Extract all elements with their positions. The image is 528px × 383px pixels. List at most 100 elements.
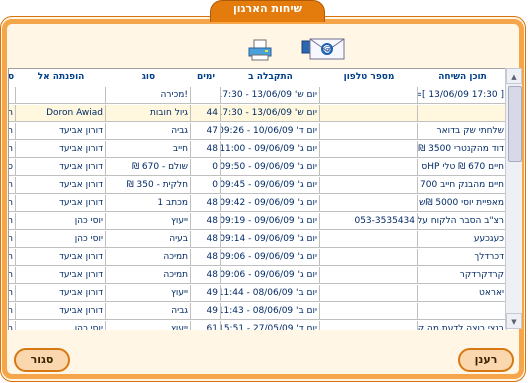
cell-content[interactable]: חיים 670 ₪ טלי HPס bbox=[418, 159, 507, 176]
cell-content[interactable]: כעגכעע bbox=[418, 231, 507, 248]
cell-to[interactable]: דורון אביעד bbox=[16, 141, 106, 158]
cell-content[interactable]: יאראט bbox=[418, 285, 507, 302]
cell-content[interactable]: מאפיית יוסי 5000 ₪ש bbox=[418, 195, 507, 212]
cell-content[interactable]: שלחתי שק בדואר bbox=[418, 123, 507, 140]
scroll-thumb[interactable] bbox=[508, 86, 522, 162]
cell-days[interactable]: 48 bbox=[191, 195, 221, 212]
cell-s[interactable]: חז bbox=[9, 195, 16, 212]
cell-type[interactable]: תמיכה bbox=[106, 267, 191, 284]
table-row[interactable]: כעגכעע יום ג' 09/06/09 - 09:14 48 בעיה יוסי … bbox=[9, 231, 507, 249]
cell-type[interactable]: גביה bbox=[106, 303, 191, 320]
cell-type[interactable]: !מכירה bbox=[106, 87, 191, 104]
cell-days[interactable]: 48 bbox=[191, 141, 221, 158]
cell-received[interactable]: יום ג' 09/06/09 - 09:45 bbox=[221, 177, 320, 194]
cell-type[interactable]: מכתב 1 bbox=[106, 195, 191, 212]
cell-received[interactable]: יום ב' 08/06/09 - 11:43 bbox=[221, 303, 320, 320]
table-row[interactable]: חיים 670 ₪ טלי HPס יום ג' 09/06/09 - 09:5… bbox=[9, 159, 507, 177]
vertical-scrollbar[interactable]: ▲ ▼ bbox=[505, 68, 522, 329]
table-row[interactable]: יום ב' 08/06/09 - 11:4349גביהדורון אביעד… bbox=[9, 303, 507, 321]
header-status[interactable]: ס bbox=[9, 69, 16, 85]
cell-content[interactable] bbox=[418, 105, 507, 122]
cell-phone[interactable] bbox=[320, 285, 418, 302]
printer-icon[interactable] bbox=[247, 38, 273, 62]
scroll-down-button[interactable]: ▼ bbox=[506, 313, 522, 329]
cell-to[interactable]: דורון אביעד bbox=[16, 159, 106, 176]
cell-type[interactable]: גיול חובות bbox=[106, 105, 191, 122]
cell-phone[interactable] bbox=[320, 267, 418, 284]
cell-phone[interactable] bbox=[320, 177, 418, 194]
cell-phone[interactable] bbox=[320, 303, 418, 320]
cell-content[interactable]: חיים מהבנק חייב 700 bbox=[418, 177, 507, 194]
table-row[interactable]: דכרדלך יום ג' 09/06/09 - 09:06 48 תמיכה דורו… bbox=[9, 249, 507, 267]
cell-type[interactable]: ייעוץ bbox=[106, 213, 191, 230]
cell-received[interactable]: יום ד' 10/06/09 - 09:26 bbox=[221, 123, 320, 140]
table-row[interactable]: בנצי רוצה לדעת מה ק יום ד' 27/05/09 - 15:… bbox=[9, 321, 507, 330]
cell-phone[interactable] bbox=[320, 123, 418, 140]
cell-phone[interactable] bbox=[320, 141, 418, 158]
cell-type[interactable]: חלקית - 350 ₪ bbox=[106, 177, 191, 194]
cell-phone[interactable] bbox=[320, 105, 418, 122]
cell-content[interactable]: דכרדלך bbox=[418, 249, 507, 266]
cell-type[interactable]: תמיכה bbox=[106, 249, 191, 266]
cell-s[interactable]: חז bbox=[9, 123, 16, 140]
table-row[interactable]: יאראט יום ב' 08/06/09 - 11:4449ייעוץדורון… bbox=[9, 285, 507, 303]
cell-days[interactable]: 49 bbox=[191, 285, 221, 302]
cell-received[interactable]: יום ג' 09/06/09 - 09:06 bbox=[221, 249, 320, 266]
cell-received[interactable]: יום ג' 09/06/09 - 09:14 bbox=[221, 231, 320, 248]
cell-to[interactable]: דורון אביעד bbox=[16, 249, 106, 266]
cell-content[interactable] bbox=[418, 303, 507, 320]
cell-s[interactable]: חז bbox=[9, 177, 16, 194]
cell-type[interactable]: חייב bbox=[106, 141, 191, 158]
cell-received[interactable]: יום ד' 27/05/09 - 15:51 bbox=[221, 321, 320, 330]
cell-days[interactable]: 48 bbox=[191, 267, 221, 284]
cell-to[interactable]: יוסי כהן bbox=[16, 213, 106, 230]
cell-to[interactable]: דורון אביעד bbox=[16, 303, 106, 320]
cell-type[interactable]: בעיה bbox=[106, 231, 191, 248]
cell-days[interactable]: 48 bbox=[191, 213, 221, 230]
cell-phone[interactable] bbox=[320, 249, 418, 266]
cell-phone[interactable] bbox=[320, 87, 418, 104]
cell-content[interactable]: רצ"ב הסבר הלקוח על bbox=[418, 213, 507, 230]
cell-phone[interactable] bbox=[320, 159, 418, 176]
cell-content[interactable]: קרדקרדקר bbox=[418, 267, 507, 284]
cell-phone[interactable]: 053-3535434 bbox=[320, 213, 418, 230]
cell-type[interactable]: גביה bbox=[106, 123, 191, 140]
cell-days[interactable] bbox=[191, 87, 221, 104]
refresh-button[interactable]: רענן bbox=[458, 348, 514, 372]
cell-days[interactable]: 48 bbox=[191, 231, 221, 248]
cell-to[interactable]: דורון אביעד bbox=[16, 267, 106, 284]
cell-s[interactable]: חז bbox=[9, 141, 16, 158]
cell-s[interactable]: חז bbox=[9, 285, 16, 302]
table-row[interactable]: [ 17:30 13/06/09 ]== יום ש' 13/06/09 - 17… bbox=[9, 87, 507, 105]
header-received[interactable]: התקבלה ב bbox=[221, 69, 320, 85]
email-icon[interactable]: @ bbox=[300, 37, 346, 61]
cell-to[interactable]: יוסי כהן bbox=[16, 231, 106, 248]
cell-received[interactable]: יום ש' 13/06/09 - 17:30 bbox=[221, 87, 320, 104]
cell-to[interactable]: דורון אביעד bbox=[16, 177, 106, 194]
cell-s[interactable]: חז bbox=[9, 213, 16, 230]
scroll-up-button[interactable]: ▲ bbox=[506, 68, 522, 84]
cell-content[interactable]: [ 17:30 13/06/09 ]== bbox=[418, 87, 507, 104]
cell-days[interactable]: 61 bbox=[191, 321, 221, 330]
table-row[interactable]: מאפיית יוסי 5000 ₪ש יום ג' 09/06/09 - 09:… bbox=[9, 195, 507, 213]
table-row[interactable]: דוד מהקנטרי 3500 ₪ יום ג' 09/06/09 - 11:0… bbox=[9, 141, 507, 159]
cell-s[interactable]: חז bbox=[9, 321, 16, 330]
cell-days[interactable]: 48 bbox=[191, 249, 221, 266]
header-content[interactable]: תוכן השיחה bbox=[418, 69, 507, 85]
cell-received[interactable]: יום ג' 09/06/09 - 11:00 bbox=[221, 141, 320, 158]
cell-received[interactable]: יום ג' 09/06/09 - 09:50 bbox=[221, 159, 320, 176]
cell-to[interactable]: דורון אביעד bbox=[16, 123, 106, 140]
cell-type[interactable]: ייעוץ bbox=[106, 321, 191, 330]
cell-phone[interactable] bbox=[320, 321, 418, 330]
cell-received[interactable]: יום ש' 13/06/09 - 17:30 bbox=[221, 105, 320, 122]
cell-days[interactable]: 44 bbox=[191, 105, 221, 122]
cell-received[interactable]: יום ב' 08/06/09 - 11:44 bbox=[221, 285, 320, 302]
cell-s[interactable]: חז bbox=[9, 231, 16, 248]
cell-s[interactable]: חז bbox=[9, 249, 16, 266]
cell-s[interactable]: סג bbox=[9, 159, 16, 176]
cell-to[interactable] bbox=[16, 87, 106, 104]
cell-content[interactable]: בנצי רוצה לדעת מה ק bbox=[418, 321, 507, 330]
cell-phone[interactable] bbox=[320, 231, 418, 248]
cell-days[interactable]: 0 bbox=[191, 177, 221, 194]
cell-to[interactable]: Doron Awiad bbox=[16, 105, 106, 122]
